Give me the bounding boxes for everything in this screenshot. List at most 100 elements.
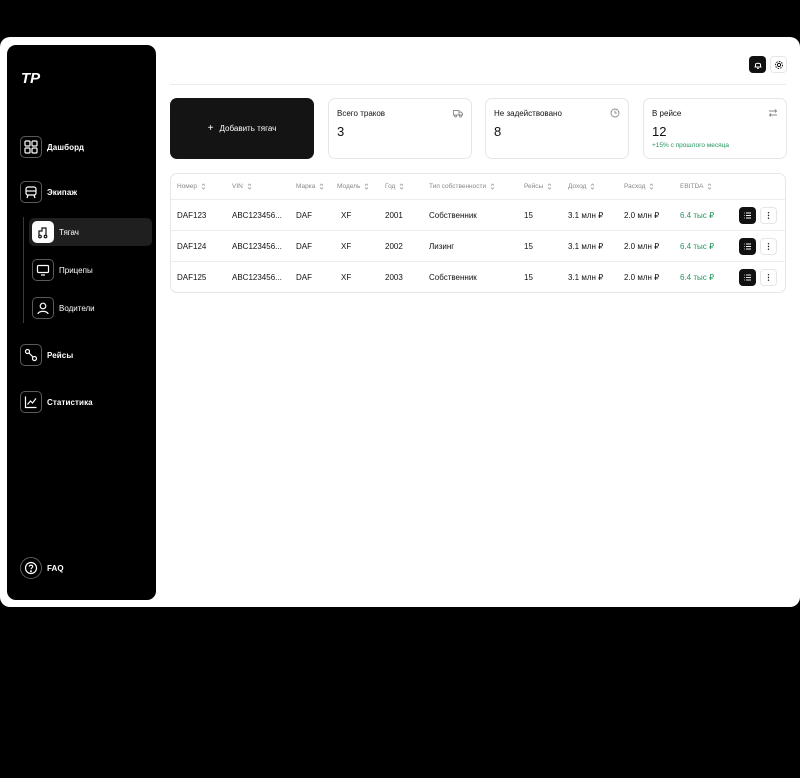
row-divider: [171, 199, 785, 200]
header-divider: [170, 84, 786, 85]
cell-year: 2001: [385, 211, 403, 220]
cell-ownership: Собственник: [429, 211, 477, 220]
cell-vin: ABC123456...: [232, 211, 282, 220]
route-icon: [20, 344, 42, 366]
svg-text:ТР: ТР: [21, 70, 41, 85]
stat-card-idle: Не задействовано 8: [485, 98, 629, 159]
row-details-button[interactable]: [739, 269, 756, 286]
sort-icon: [247, 183, 252, 190]
row-divider: [171, 230, 785, 231]
settings-button[interactable]: [770, 56, 787, 73]
cell-trips: 15: [524, 211, 533, 220]
cell-trips: 15: [524, 242, 533, 251]
list-icon: [744, 212, 751, 219]
stat-title: Всего траков: [337, 109, 386, 118]
sidebar-item-label: Статистика: [47, 397, 93, 407]
truck-tractor-icon: [32, 221, 54, 243]
sidebar-subitem-trailers[interactable]: Прицепы: [29, 256, 152, 284]
row-more-button[interactable]: [760, 207, 777, 224]
stat-delta: +15% с прошлого месяца: [652, 142, 729, 149]
stat-value: 12: [652, 124, 667, 139]
cell-ownership: Лизинг: [429, 242, 455, 251]
cell-year: 2003: [385, 273, 403, 282]
cell-expense: 2.0 млн ₽: [624, 273, 660, 282]
sidebar: ТР Дашборд Экипаж Тягач Прицепы Водители…: [7, 45, 156, 600]
sidebar-subitem-label: Водители: [59, 303, 95, 313]
sidebar-subitem-label: Тягач: [59, 227, 79, 237]
column-header-expense[interactable]: Расход: [624, 183, 654, 190]
sidebar-item-label: Рейсы: [47, 350, 74, 360]
clock-icon: [610, 108, 620, 118]
swap-icon: [768, 109, 778, 117]
cell-vin: ABC123456...: [232, 242, 282, 251]
bell-icon: [754, 62, 761, 69]
plus-icon: +: [207, 123, 214, 134]
sort-icon: [490, 183, 495, 190]
sort-icon: [201, 183, 206, 190]
sort-icon: [320, 183, 324, 190]
cell-ebitda: 6.4 тыс ₽: [680, 273, 715, 282]
sidebar-item-label: FAQ: [47, 563, 64, 573]
more-vertical-icon: [767, 243, 770, 250]
row-more-button[interactable]: [760, 269, 777, 286]
trailer-icon: [32, 259, 54, 281]
column-header-model[interactable]: Модель: [337, 183, 369, 190]
sidebar-item-trips[interactable]: Рейсы: [20, 343, 73, 367]
stat-card-on-trip: В рейсе 12 +15% с прошлого месяца: [643, 98, 787, 159]
cell-ebitda: 6.4 тыс ₽: [680, 211, 715, 220]
column-header-number[interactable]: Номер: [177, 183, 206, 190]
column-header-income[interactable]: Доход: [568, 183, 595, 190]
sidebar-item-statistics[interactable]: Статистика: [20, 390, 93, 414]
cell-ownership: Собственник: [429, 273, 477, 282]
cell-ebitda: 6.4 тыс ₽: [680, 242, 715, 251]
column-header-vin[interactable]: VIN: [232, 183, 252, 190]
stat-value: 8: [494, 124, 502, 139]
add-tractor-label: Добавить тягач: [219, 124, 277, 133]
cell-income: 3.1 млн ₽: [568, 211, 604, 220]
cell-expense: 2.0 млн ₽: [624, 211, 660, 220]
help-icon: [20, 557, 42, 579]
driver-icon: [32, 297, 54, 319]
cell-brand: DAF: [296, 211, 312, 220]
submenu-divider: [23, 217, 24, 323]
column-header-year[interactable]: Год: [385, 183, 404, 190]
brand-logo: ТР: [21, 70, 41, 85]
cell-model: XF: [341, 242, 352, 251]
stat-title: В рейсе: [652, 109, 682, 118]
row-more-button[interactable]: [760, 238, 777, 255]
cell-income: 3.1 млн ₽: [568, 273, 604, 282]
sort-icon: [547, 183, 552, 190]
sidebar-subitem-tractor[interactable]: Тягач: [29, 218, 152, 246]
add-tractor-button[interactable]: + Добавить тягач: [170, 98, 314, 159]
cell-vin: ABC123456...: [232, 273, 282, 282]
list-icon: [744, 274, 751, 281]
cell-expense: 2.0 млн ₽: [624, 242, 660, 251]
row-divider: [171, 261, 785, 262]
dashboard-icon: [20, 136, 42, 158]
cell-number: DAF123: [177, 211, 207, 220]
column-header-brand[interactable]: Марка: [296, 183, 324, 190]
row-details-button[interactable]: [739, 207, 756, 224]
cell-number: DAF125: [177, 273, 207, 282]
sidebar-subitem-label: Прицепы: [59, 265, 93, 275]
sidebar-item-dashboard[interactable]: Дашборд: [20, 135, 84, 159]
column-header-trips[interactable]: Рейсы: [524, 183, 552, 190]
column-header-ownership[interactable]: Тип собственности: [429, 183, 495, 190]
cell-brand: DAF: [296, 273, 312, 282]
notifications-button[interactable]: [749, 56, 766, 73]
cell-trips: 15: [524, 273, 533, 282]
cell-brand: DAF: [296, 242, 312, 251]
column-header-ebitda[interactable]: EBITDA: [680, 183, 712, 190]
sidebar-subitem-drivers[interactable]: Водители: [29, 294, 152, 322]
sidebar-item-label: Экипаж: [47, 187, 78, 197]
gear-icon: [774, 60, 783, 69]
row-details-button[interactable]: [739, 238, 756, 255]
cell-year: 2002: [385, 242, 403, 251]
sort-icon: [708, 183, 712, 190]
sort-icon: [400, 183, 404, 190]
sort-icon: [365, 183, 369, 190]
sidebar-item-faq[interactable]: FAQ: [20, 556, 64, 580]
sort-icon: [591, 183, 595, 190]
cell-model: XF: [341, 211, 352, 220]
sidebar-item-crew[interactable]: Экипаж: [20, 180, 77, 204]
